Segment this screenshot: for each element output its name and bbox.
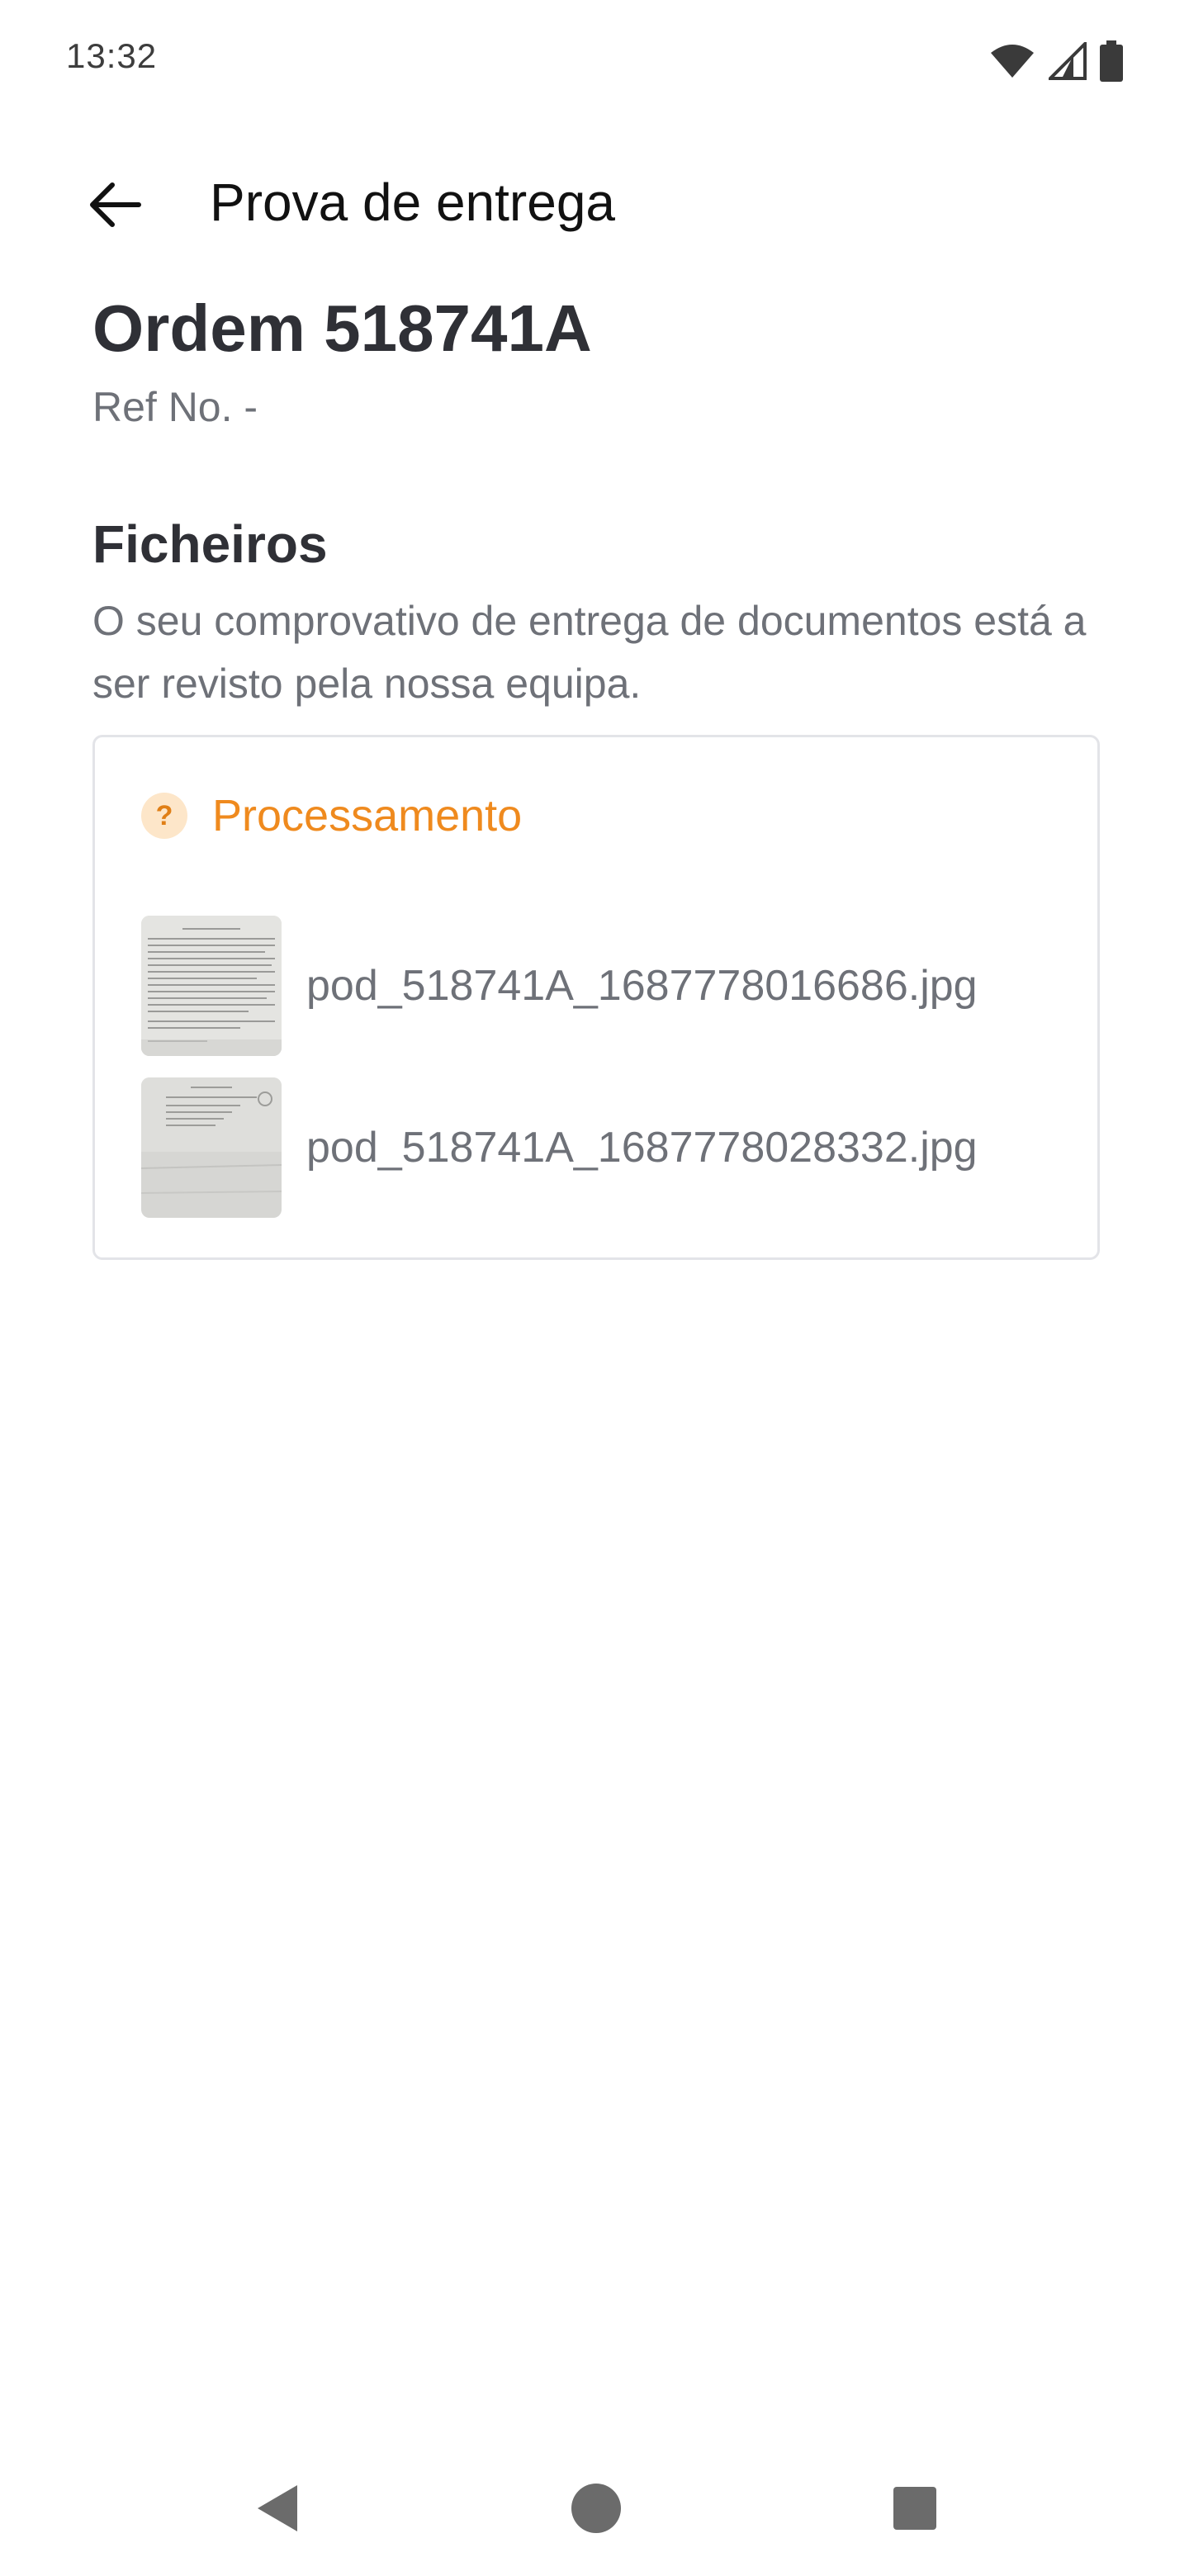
app-bar: Prova de entrega bbox=[0, 149, 1189, 256]
files-heading: Ficheiros bbox=[92, 514, 328, 574]
file-name: pod_518741A_1687778028332.jpg bbox=[306, 1124, 978, 1172]
nav-recents-button[interactable] bbox=[874, 2469, 956, 2551]
nav-home-icon bbox=[570, 2482, 623, 2539]
question-mark-icon: ? bbox=[141, 793, 187, 839]
processing-status: ? Processamento bbox=[141, 790, 522, 841]
status-time: 13:32 bbox=[66, 36, 158, 75]
document-thumbnail bbox=[141, 1077, 282, 1218]
order-ref-number: Ref No. - bbox=[92, 384, 258, 430]
back-button[interactable] bbox=[74, 165, 157, 248]
file-item[interactable]: pod_518741A_1687778016686.jpg bbox=[141, 916, 1066, 1056]
status-icons bbox=[989, 40, 1123, 83]
system-nav-bar bbox=[0, 2460, 1189, 2576]
arrow-left-icon bbox=[89, 182, 142, 232]
files-card: ? Processamento pod_518741A_168777801668… bbox=[92, 735, 1100, 1260]
file-item[interactable]: pod_518741A_1687778028332.jpg bbox=[141, 1077, 1066, 1218]
files-description: O seu comprovativo de entrega de documen… bbox=[92, 598, 1087, 707]
status-label: Processamento bbox=[212, 791, 523, 841]
nav-back-button[interactable] bbox=[236, 2469, 319, 2551]
status-bar: 13:32 bbox=[0, 0, 1189, 116]
nav-home-button[interactable] bbox=[555, 2469, 637, 2551]
battery-icon bbox=[1100, 40, 1123, 82]
document-thumbnail bbox=[141, 916, 282, 1056]
wifi-icon bbox=[989, 43, 1035, 79]
cellular-signal-icon bbox=[1049, 42, 1087, 80]
page-title: Prova de entrega bbox=[210, 173, 615, 232]
nav-back-icon bbox=[253, 2482, 302, 2539]
file-name: pod_518741A_1687778016686.jpg bbox=[306, 962, 978, 1010]
nav-recents-icon bbox=[892, 2485, 938, 2536]
order-title: Ordem 518741A bbox=[92, 291, 592, 365]
